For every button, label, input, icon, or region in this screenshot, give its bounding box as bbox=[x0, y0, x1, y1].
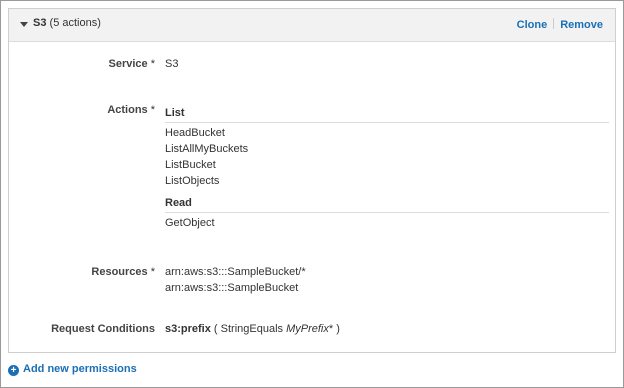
actions-label: Actions * bbox=[9, 104, 155, 116]
clone-button[interactable]: Clone bbox=[517, 19, 548, 31]
action-item: HeadBucket bbox=[165, 127, 225, 139]
add-new-permissions-link[interactable]: + Add new permissions bbox=[8, 363, 137, 376]
remove-button[interactable]: Remove bbox=[560, 19, 603, 31]
statement-title: S3 (5 actions) bbox=[33, 17, 101, 29]
service-value: S3 bbox=[165, 58, 179, 70]
actions-required-mark: * bbox=[150, 104, 155, 116]
resources-label: Resources * bbox=[9, 266, 155, 278]
plus-circle-icon: + bbox=[8, 365, 19, 376]
condition-operator: ( StringEquals bbox=[213, 323, 284, 335]
resource-arn: arn:aws:s3:::SampleBucket bbox=[165, 282, 299, 294]
action-item: ListBucket bbox=[165, 159, 216, 171]
action-item: GetObject bbox=[165, 217, 215, 229]
condition-key: s3:prefix bbox=[165, 323, 211, 335]
condition-value: MyPrefix bbox=[286, 323, 329, 335]
statement-header-actions: Clone Remove bbox=[517, 18, 603, 31]
request-conditions-label: Request Conditions bbox=[51, 323, 155, 335]
action-item: ListObjects bbox=[165, 175, 220, 187]
action-group-heading: Read bbox=[165, 197, 609, 213]
action-item: ListAllMyBuckets bbox=[165, 143, 249, 155]
service-required-mark: * bbox=[150, 58, 155, 70]
condition-expression: s3:prefix ( StringEquals MyPrefix* ) bbox=[165, 323, 340, 335]
action-group-heading: List bbox=[165, 107, 609, 123]
service-label-text: Service bbox=[108, 58, 148, 70]
resources-label-text: Resources bbox=[91, 266, 148, 278]
statement-header[interactable]: S3 (5 actions) Clone Remove bbox=[9, 9, 615, 42]
permission-statement-panel: S3 (5 actions) Clone Remove Service * S3 … bbox=[8, 8, 616, 353]
add-new-permissions-label[interactable]: Add new permissions bbox=[23, 363, 137, 375]
resource-arn: arn:aws:s3:::SampleBucket/* bbox=[165, 266, 306, 278]
header-divider bbox=[553, 18, 555, 29]
collapse-arrow-icon[interactable] bbox=[20, 22, 28, 27]
service-label: Service * bbox=[9, 58, 156, 70]
condition-close: * ) bbox=[328, 323, 340, 335]
resources-required-mark: * bbox=[150, 266, 155, 278]
statement-action-count: (5 actions) bbox=[49, 17, 101, 29]
statement-service-name: S3 bbox=[33, 17, 47, 29]
actions-label-text: Actions bbox=[107, 104, 148, 116]
